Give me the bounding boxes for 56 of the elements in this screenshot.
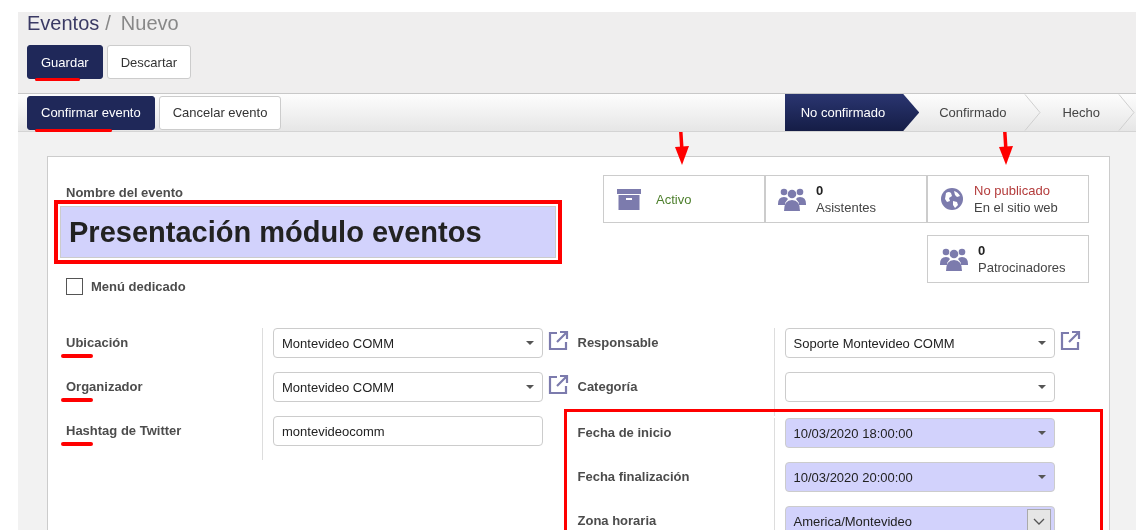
stat-label: Patrocinadores <box>978 259 1066 276</box>
checkbox-label: Menú dedicado <box>91 279 186 294</box>
external-link-icon[interactable] <box>547 330 569 352</box>
stat-label: En el sitio web <box>974 199 1058 216</box>
breadcrumb-separator: / <box>105 12 111 34</box>
field-label: Categoría <box>577 379 638 394</box>
stat-label: Asistentes <box>816 199 876 216</box>
chevron-icon <box>1032 517 1045 525</box>
stat-button[interactable]: 0 Asistentes <box>765 175 927 223</box>
field-label: Responsable <box>577 335 659 350</box>
stat-button[interactable]: Activo <box>603 175 765 223</box>
stat-label: Activo <box>655 190 692 208</box>
title-field[interactable]: Presentación módulo eventos <box>60 206 556 258</box>
dropdown-field[interactable]: Montevideo COMM <box>273 372 543 402</box>
caret-icon <box>1037 341 1046 345</box>
caret-icon <box>526 341 534 345</box>
input-field[interactable]: montevideocomm <box>273 416 543 446</box>
stat-count: 0 <box>978 242 987 259</box>
field-label: Fecha de inicio <box>577 425 672 440</box>
people-icon <box>940 247 968 271</box>
field-label: Ubicación <box>66 335 129 350</box>
status-stage[interactable]: Hecho <box>1042 94 1118 131</box>
caret-icon <box>1037 385 1046 389</box>
caret-icon <box>1037 475 1046 479</box>
dropdown-toggle[interactable] <box>1026 509 1051 530</box>
status-stage[interactable]: Confirmado <box>919 94 1025 131</box>
stat-button[interactable]: 0 Patrocinadores <box>927 235 1089 283</box>
caret-icon <box>1037 431 1046 435</box>
dropdown-field[interactable]: Montevideo COMM <box>273 328 543 358</box>
field-label: Organizador <box>66 379 143 394</box>
field-label: Fecha finalización <box>577 469 690 484</box>
external-link-icon[interactable] <box>547 374 569 396</box>
field-label: Hashtag de Twitter <box>66 423 182 438</box>
discard-button[interactable]: Descartar <box>106 45 192 79</box>
caret-icon <box>526 385 534 389</box>
field-label: Nombre del evento <box>66 185 185 200</box>
cancel-event-button[interactable]: Cancelar evento <box>158 95 282 130</box>
breadcrumb-link[interactable]: Eventos <box>27 12 100 34</box>
field-label: Zona horaria <box>577 513 657 528</box>
dropdown-field[interactable] <box>784 372 1055 402</box>
publish-status: No publicado <box>974 182 1051 199</box>
stat-button[interactable]: No publicado En el sitio web <box>927 175 1089 223</box>
checkbox[interactable] <box>66 278 83 295</box>
people-icon <box>778 187 806 211</box>
stat-count: 0 <box>816 182 825 199</box>
date-field[interactable]: 10/03/2020 18:00:00 <box>784 418 1055 448</box>
confirm-event-button[interactable]: Confirmar evento <box>27 95 155 130</box>
save-button[interactable]: Guardar <box>27 45 103 79</box>
breadcrumb-current: Nuevo <box>120 12 179 34</box>
external-link-icon[interactable] <box>1058 330 1081 352</box>
dropdown-field[interactable]: America/Montevideo <box>784 506 1055 530</box>
date-field[interactable]: 10/03/2020 20:00:00 <box>784 462 1055 492</box>
archive-icon <box>616 187 642 211</box>
dropdown-field[interactable]: Soporte Montevideo COMM <box>784 328 1055 358</box>
status-stage[interactable]: No confirmado <box>784 94 920 131</box>
globe-icon <box>940 187 964 211</box>
